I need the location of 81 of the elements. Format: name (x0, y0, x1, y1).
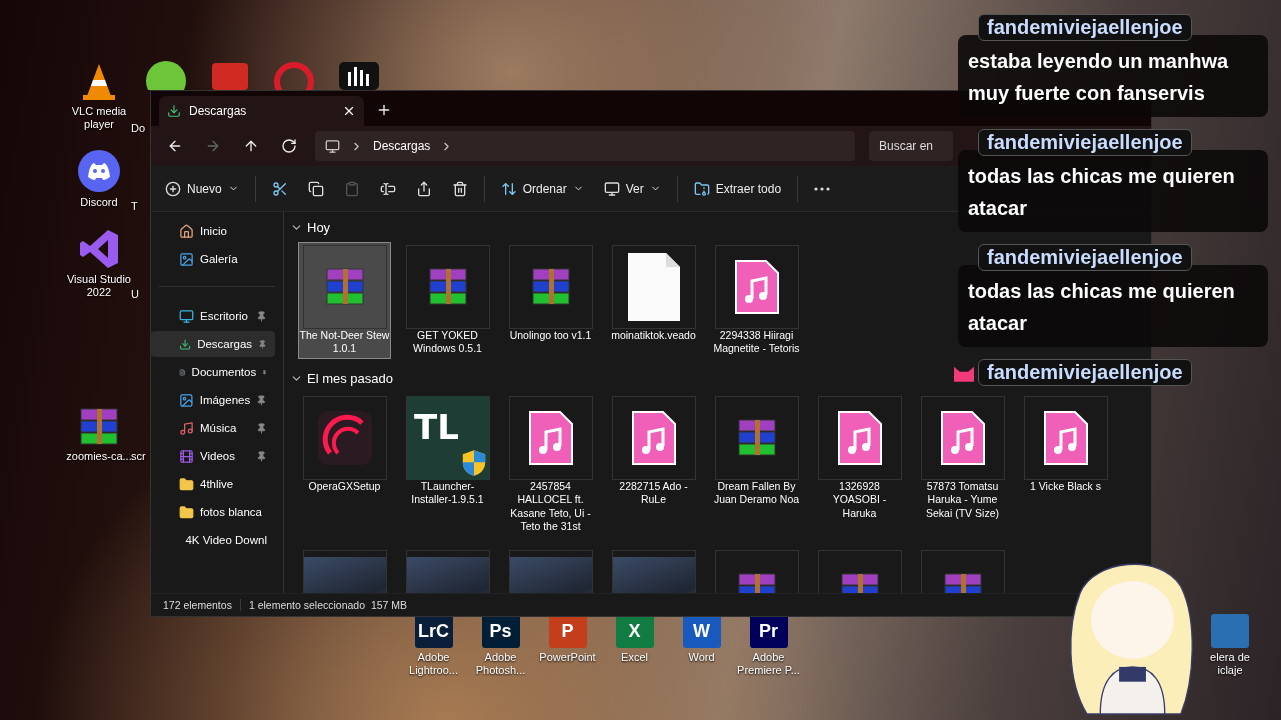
chat-username: fandemiviejaellenjoe (978, 129, 1192, 156)
cut-icon (271, 180, 288, 197)
chat-username: fandemiviejaellenjoe (978, 359, 1192, 386)
group-header[interactable]: Hoy (290, 216, 331, 238)
breadcrumb[interactable]: Descargas (373, 139, 431, 153)
more-icon (814, 186, 831, 191)
delete-icon (451, 180, 468, 197)
desktop-icon-label[interactable]: elera de iclaje (1202, 651, 1258, 678)
blank-file-icon (625, 251, 682, 323)
music-file-icon (630, 410, 677, 467)
plus-icon (376, 102, 392, 118)
game-controller-icon (77, 149, 121, 194)
chat-username: fandemiviejaellenjoe (978, 244, 1192, 271)
computer-icon (325, 138, 340, 154)
archive-icon (77, 406, 121, 447)
desktop-icon-label[interactable]: Adobe Lightroo... (400, 651, 467, 678)
chat-username: fandemiviejaellenjoe (978, 14, 1192, 41)
desktop-icon-label[interactable]: scr (131, 450, 146, 462)
music-file-icon (733, 259, 780, 315)
folder-icon (179, 504, 194, 520)
picture-icon (179, 392, 194, 408)
music-icon (179, 420, 194, 436)
download-icon (167, 104, 181, 118)
sidebar-item[interactable]: 4thlive (151, 471, 275, 497)
close-icon[interactable] (342, 104, 356, 118)
sidebar-item[interactable]: Escritorio (151, 303, 275, 329)
sidebar-item[interactable]: Música (151, 415, 275, 441)
search-field[interactable]: Buscar en (869, 131, 953, 161)
address-bar[interactable]: Descargas (315, 131, 855, 161)
music-file-icon (527, 410, 574, 467)
ribbon-logo-icon (78, 227, 120, 270)
refresh-arrow-icon (281, 138, 297, 154)
home-icon (179, 223, 194, 239)
music-file-icon (939, 410, 986, 467)
tlauncher-icon: TL (406, 396, 489, 481)
download-icon (179, 336, 192, 352)
selection-info: 1 elemento seleccionado 157 MB (248, 599, 408, 611)
desktop-icon-label[interactable]: zoomies-ca... (66, 449, 132, 464)
rename-icon (379, 180, 396, 197)
desktop-icon-label[interactable]: Word (688, 651, 715, 665)
desktop-icon-label[interactable]: Adobe Premiere P... (735, 651, 802, 678)
file-item[interactable]: The Not-Deer Stew 1.0.1 (298, 242, 391, 360)
extract-icon (693, 180, 710, 197)
sidebar-item[interactable]: Documentos (151, 359, 275, 385)
sort-icon (500, 180, 517, 197)
view-icon (603, 180, 620, 197)
paste-icon (343, 180, 360, 197)
forward-arrow-icon (205, 138, 221, 154)
folder-icon (179, 476, 194, 492)
desktop-icon-label[interactable]: PowerPoint (539, 651, 596, 665)
plus-circle-icon (165, 180, 181, 197)
desktop-icon-label[interactable]: T (131, 200, 138, 212)
cat-emote-icon (952, 365, 976, 385)
item-count: 172 elementos (163, 599, 232, 611)
desktop-icon-label[interactable]: Discord (80, 196, 118, 210)
sidebar-item[interactable]: Videos (151, 443, 275, 469)
sidebar-item[interactable]: Descargas (151, 331, 275, 357)
group-header[interactable]: El mes pasado (290, 367, 393, 390)
ring-icon (273, 60, 315, 90)
sidebar-item[interactable]: Galería (151, 246, 275, 272)
music-file-icon (1042, 410, 1089, 467)
desktop-icon-label[interactable]: Adobe Photosh... (467, 651, 534, 678)
sort-button[interactable]: Ordenar (496, 176, 588, 201)
folder-tab[interactable]: Descargas (159, 96, 364, 126)
sidebar-item[interactable]: Inicio (151, 218, 275, 244)
extract-button[interactable]: Extraer todo (689, 176, 786, 201)
view-button[interactable]: Ver (599, 176, 665, 201)
desktop-icon-label[interactable]: U (131, 288, 139, 300)
sidebar-item[interactable]: 4K Video Downl (151, 527, 275, 553)
desktop-icon (179, 308, 194, 324)
copy-icon (307, 180, 324, 197)
desktop-icon-label[interactable]: Do (131, 122, 146, 134)
desktop-icon-label[interactable]: Excel (621, 651, 648, 665)
music-file-icon (836, 410, 883, 467)
shield-icon (461, 449, 486, 478)
picture-icon (179, 251, 194, 267)
video-icon (179, 448, 194, 464)
share-icon (415, 180, 432, 197)
sidebar-item[interactable]: Imágenes (151, 387, 275, 413)
new-button[interactable]: Nuevo (161, 176, 243, 201)
sidebar-item[interactable]: fotos blanca (151, 499, 275, 525)
